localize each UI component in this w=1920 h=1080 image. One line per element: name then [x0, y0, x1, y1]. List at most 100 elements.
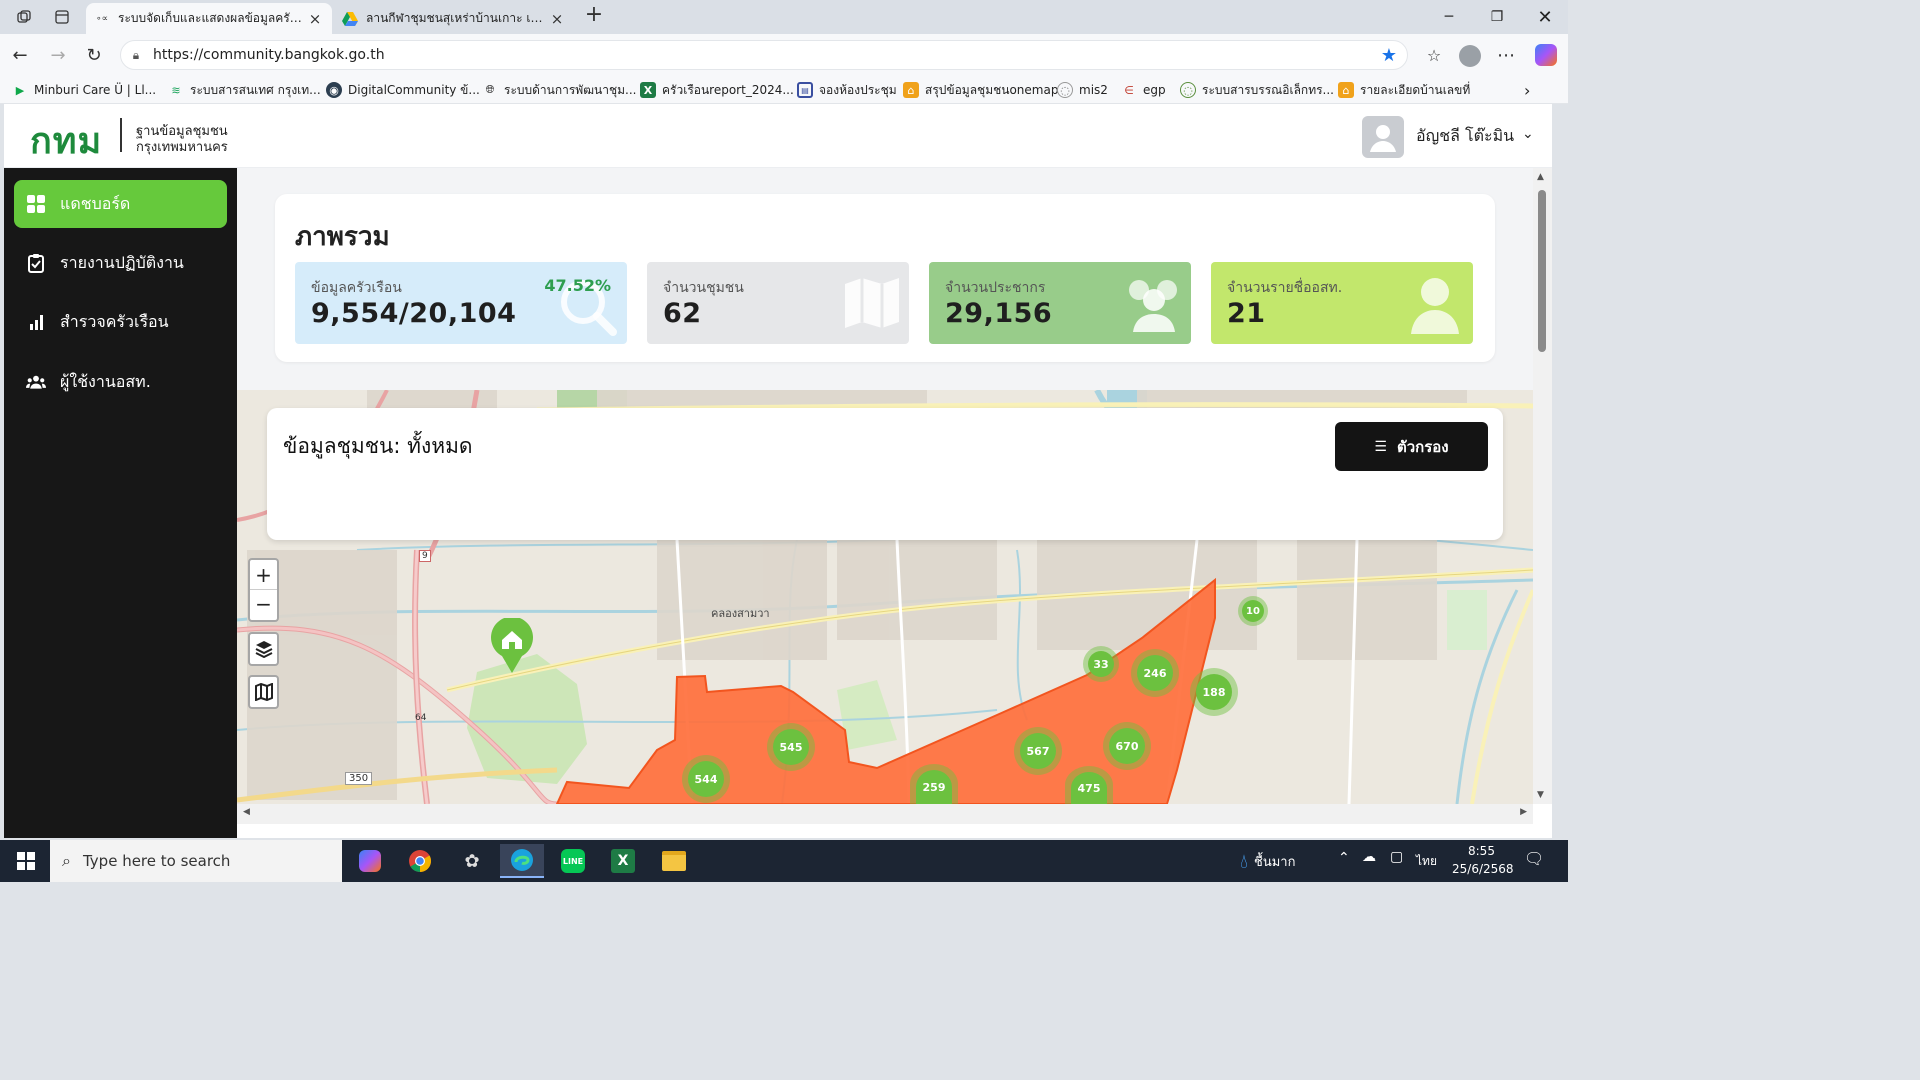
sidebar-item-dashboard[interactable]: แดชบอร์ด	[14, 180, 227, 228]
scroll-left-icon[interactable]: ◀	[243, 807, 250, 817]
map-place-label: คลองสามวา	[711, 607, 770, 620]
clock-date[interactable]: 25/6/2568	[1452, 862, 1514, 876]
tab-title: ระบบจัดเก็บและแสดงผลข้อมูลครัวเรือน	[118, 11, 306, 25]
tray-overflow-icon[interactable]: ⌃	[1338, 850, 1350, 866]
vertical-tabs-icon[interactable]	[50, 6, 74, 28]
scrollbar-thumb[interactable]	[1538, 190, 1546, 352]
address-bar[interactable]: 🔒︎ https://community.bangkok.go.th ★	[120, 40, 1408, 70]
bookmarks-bar: ▶ Minburi Care Ü | Ll... ≋ ระบบสารสนเทศ กร…	[0, 76, 1568, 104]
weather-widget[interactable]: 💧︎ ชื้นมาก	[1240, 848, 1295, 874]
sidebar-item-reports[interactable]: รายงานปฏิบัติงาน	[14, 239, 227, 287]
sidebar-item-label: ผู้ใช้งานอสท.	[60, 371, 151, 391]
profile-avatar[interactable]	[1459, 45, 1481, 67]
bookmark-item[interactable]: ∈ egp	[1121, 81, 1165, 99]
cluster-marker[interactable]: 544	[682, 755, 730, 803]
cluster-marker[interactable]: 475	[1065, 766, 1113, 804]
bma-logo[interactable]: กทม	[30, 112, 102, 169]
cluster-marker[interactable]: 259	[910, 764, 958, 804]
bookmark-item[interactable]: ◌ ระบบสารบรรณอิเล็กทร...	[1180, 81, 1334, 99]
tab-community-system[interactable]: ∘∝ ระบบจัดเก็บและแสดงผลข้อมูลครัวเรือน ×	[86, 3, 332, 34]
vertical-scrollbar[interactable]: ▲ ▼	[1533, 168, 1552, 804]
scroll-right-icon[interactable]: ▶	[1520, 807, 1527, 817]
excel-icon[interactable]: X	[601, 844, 645, 878]
cluster-marker[interactable]: 246	[1131, 649, 1179, 697]
community-count-label: จำนวนชุมชน	[663, 280, 744, 296]
site-info-icon[interactable]: 🔒︎	[121, 48, 151, 63]
bookmark-item[interactable]: ◌ mis2	[1057, 81, 1108, 99]
reload-icon[interactable]: ↻	[80, 42, 108, 68]
household-percent: 47.52%	[544, 276, 611, 295]
line-icon[interactable]: LINE	[551, 844, 595, 878]
zoom-in-button[interactable]: +	[250, 560, 277, 590]
bookmark-item[interactable]: ◉ DigitalCommunity ข้...	[326, 81, 480, 99]
layers-button[interactable]	[248, 632, 279, 666]
main-content: ภาพรวม ข้อมูลครัวเรือน 47.52% 9,554/20,1…	[237, 168, 1533, 804]
chevron-down-icon[interactable]: ⌄	[1522, 126, 1534, 142]
community-map[interactable]: คลองสามวา 350 9 64 545 544 259 567 475 6…	[237, 390, 1533, 804]
home-marker-icon[interactable]	[489, 616, 535, 674]
bookmark-item[interactable]: ▶ Minburi Care Ü | Ll...	[12, 81, 156, 99]
horizontal-scrollbar[interactable]: ◀ ▶	[237, 804, 1533, 824]
close-tab-icon[interactable]: ×	[548, 10, 566, 28]
household-label: ข้อมูลครัวเรือน	[311, 280, 402, 296]
maximize-button[interactable]: ❐	[1474, 0, 1520, 34]
tab-sport-field[interactable]: ลานกีฬาชุมชนสุเหร่าบ้านเกาะ เขตมีนบุรี ×	[334, 3, 574, 34]
cluster-marker[interactable]: 545	[767, 723, 815, 771]
chrome-icon[interactable]	[398, 844, 442, 878]
forward-icon[interactable]: →	[44, 42, 72, 68]
weather-text: ชื้นมาก	[1254, 854, 1296, 870]
community-info-panel: ข้อมูลชุมชน: ทั้งหมด ☰ ตัวกรอง	[267, 408, 1503, 540]
notification-icon[interactable]: 🗨︎	[1524, 849, 1544, 868]
back-icon[interactable]: ←	[6, 42, 34, 68]
scroll-up-icon[interactable]: ▲	[1537, 172, 1544, 182]
map-pin-icon: ⌂	[1338, 82, 1354, 98]
close-tab-icon[interactable]: ×	[306, 10, 324, 28]
close-window-button[interactable]: ✕	[1522, 0, 1568, 34]
cluster-marker[interactable]: 33	[1083, 646, 1119, 682]
user-name[interactable]: อัญชลี โต๊ะมิน	[1416, 124, 1514, 149]
bookmarks-overflow-icon[interactable]: ›	[1524, 81, 1530, 100]
more-menu-icon[interactable]: ⋯	[1492, 42, 1520, 68]
user-avatar[interactable]	[1362, 116, 1404, 158]
taskbar-search-box[interactable]: ⌕ Type here to search	[50, 840, 342, 882]
new-tab-button[interactable]: +	[582, 4, 606, 28]
file-explorer-icon[interactable]	[652, 844, 696, 878]
app-icon[interactable]: ✿	[450, 844, 494, 878]
minimize-button[interactable]: ─	[1426, 0, 1472, 34]
language-indicator[interactable]: ไทย	[1416, 852, 1437, 871]
copilot-icon[interactable]	[1535, 44, 1557, 66]
cluster-marker[interactable]: 188	[1190, 668, 1238, 716]
bookmark-item[interactable]: ≋ ระบบสารสนเทศ กรุงเท...	[168, 81, 320, 99]
scroll-down-icon[interactable]: ▼	[1537, 790, 1544, 800]
windows-start-icon[interactable]	[4, 844, 48, 878]
filter-label: ตัวกรอง	[1396, 437, 1449, 456]
map-road-shield: 9	[419, 550, 431, 562]
sidebar-item-survey[interactable]: สำรวจครัวเรือน	[14, 298, 227, 346]
bookmark-item[interactable]: ⌂ สรุปข้อมูลชุมชนonemap	[903, 81, 1058, 99]
bookmark-item[interactable]: 🌐︎ ระบบด้านการพัฒนาชุม...	[482, 81, 637, 99]
bookmark-item[interactable]: X ครัวเรือนreport_2024...	[640, 81, 794, 99]
map-icon	[254, 683, 273, 701]
basemap-button[interactable]	[248, 675, 279, 709]
bookmark-item[interactable]: ▤ จองห้องประชุม	[797, 81, 897, 99]
clock-time[interactable]: 8:55	[1468, 844, 1495, 858]
workspaces-icon[interactable]	[12, 6, 36, 28]
population-value: 29,156	[945, 298, 1053, 329]
sidebar-item-users[interactable]: ผู้ใช้งานอสท.	[14, 358, 227, 406]
favorites-icon[interactable]: ☆	[1420, 42, 1448, 68]
egp-icon: ∈	[1124, 83, 1134, 97]
community-count-value: 62	[663, 298, 702, 329]
bma-favicon: ∘∝	[95, 13, 109, 24]
zoom-out-button[interactable]: −	[250, 590, 277, 620]
cloud-icon[interactable]: ☁	[1362, 849, 1376, 865]
copilot-taskbar-icon[interactable]	[348, 844, 392, 878]
seal-icon: ◌	[1057, 82, 1073, 98]
edge-icon[interactable]	[500, 844, 544, 878]
cluster-marker[interactable]: 10	[1238, 596, 1268, 626]
filter-button[interactable]: ☰ ตัวกรอง	[1335, 422, 1488, 471]
display-icon[interactable]: ▢	[1390, 849, 1403, 865]
bookmark-item[interactable]: ⌂ รายละเอียดบ้านเลขที่	[1338, 81, 1470, 99]
cluster-marker[interactable]: 670	[1103, 722, 1151, 770]
favorite-star-icon[interactable]: ★	[1381, 45, 1397, 66]
cluster-marker[interactable]: 567	[1014, 727, 1062, 775]
